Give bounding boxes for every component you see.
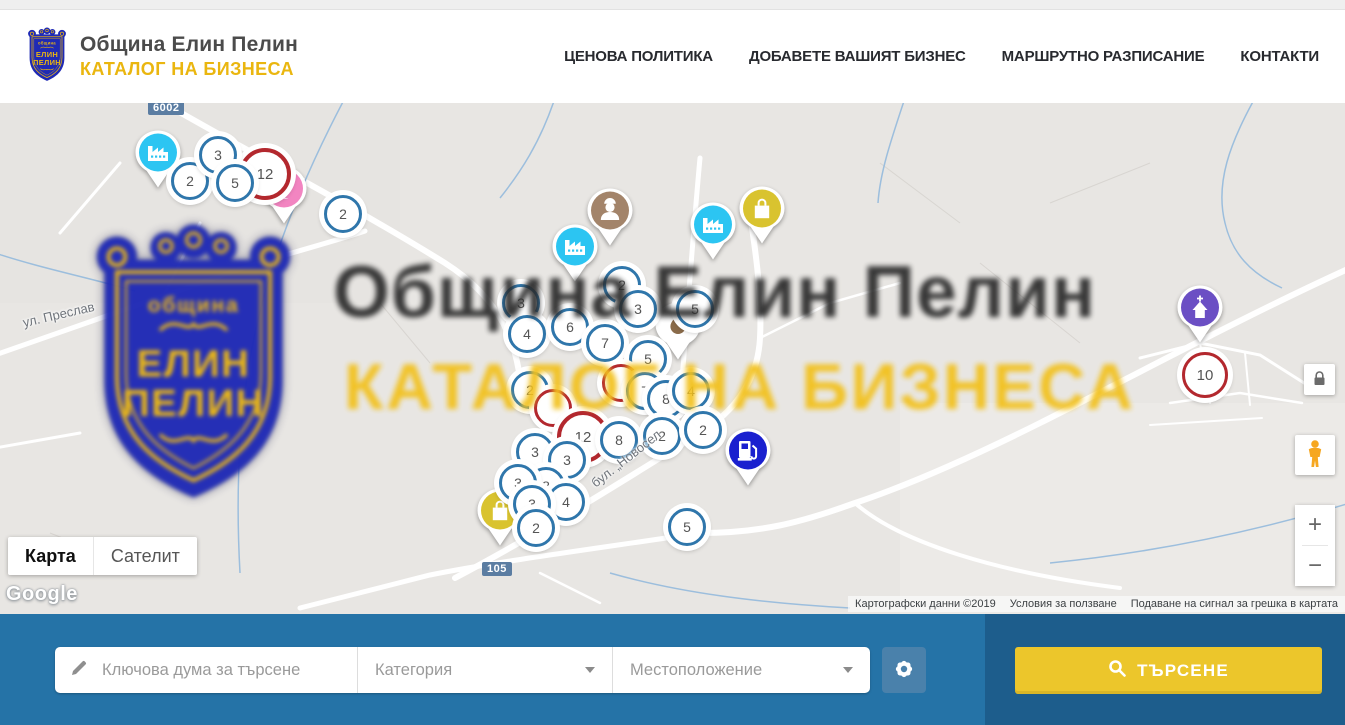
zoom-in-button[interactable]: +	[1295, 505, 1335, 545]
cluster-marker[interactable]: 6	[551, 308, 589, 346]
cluster-marker[interactable]: 10	[1182, 352, 1228, 398]
search-submit-button[interactable]: ТЪРСЕНЕ	[1015, 647, 1322, 694]
municipality-crest-logo: община ЕЛИН ПЕЛИН	[26, 26, 68, 88]
map-data-copyright: Картографски данни ©2019	[848, 598, 1003, 610]
cluster-marker[interactable]: 2	[517, 509, 555, 547]
main-nav: ЦЕНОВА ПОЛИТИКА ДОБАВЕТЕ ВАШИЯТ БИЗНЕС М…	[564, 48, 1319, 65]
site-title: Община Елин Пелин	[80, 33, 298, 57]
report-map-error-link[interactable]: Подаване на сигнал за грешка в картата	[1124, 598, 1345, 610]
bag-icon	[738, 185, 786, 245]
window-top-strip	[0, 0, 1345, 10]
fuel-category-pin[interactable]	[724, 427, 772, 487]
header: община ЕЛИН ПЕЛИН Община Елин Пелин КАТА…	[0, 10, 1345, 103]
road-number-badge: 105	[482, 562, 512, 576]
street-view-pegman-button[interactable]	[1295, 435, 1335, 475]
bag-category-pin[interactable]	[738, 185, 786, 245]
cluster-marker[interactable]: 4	[508, 315, 546, 353]
map-type-control: Карта Сателит	[8, 537, 197, 575]
search-bar-section: Категория Местоположение ТЪРСЕНЕ	[0, 614, 1345, 725]
nav-contacts[interactable]: КОНТАКТИ	[1240, 48, 1319, 65]
church-icon	[1176, 284, 1224, 344]
category-select[interactable]: Категория	[357, 647, 612, 693]
cluster-marker[interactable]: 7	[586, 324, 624, 362]
map-attribution: Картографски данни ©2019 Условия за полз…	[848, 596, 1345, 612]
factory-category-pin[interactable]	[689, 201, 737, 261]
category-select-label: Категория	[375, 661, 452, 680]
zoom-control: + −	[1295, 505, 1335, 586]
google-logo[interactable]: Google	[6, 583, 78, 606]
location-select-label: Местоположение	[630, 661, 762, 680]
lock-control-button[interactable]	[1304, 364, 1335, 395]
brand[interactable]: община ЕЛИН ПЕЛИН Община Елин Пелин КАТА…	[26, 26, 298, 88]
lock-icon	[1313, 371, 1326, 389]
gear-icon	[893, 658, 915, 683]
cluster-marker[interactable]: 2	[684, 411, 722, 449]
google-map[interactable]: 6002105ул. Преславбул. „Новосел122352346…	[0, 103, 1345, 614]
cluster-marker[interactable]: 2	[324, 195, 362, 233]
crest-icon: община ЕЛИН ПЕЛИН	[26, 26, 68, 83]
cluster-marker[interactable]: 5	[216, 164, 254, 202]
cluster-marker[interactable]: 4	[547, 483, 585, 521]
pegman-icon	[1304, 439, 1326, 472]
site-subtitle: КАТАЛОГ НА БИЗНЕСА	[80, 59, 298, 80]
crest-name-line2: ПЕЛИН	[33, 58, 61, 67]
terms-of-use-link[interactable]: Условия за ползване	[1003, 598, 1124, 610]
fuel-icon	[724, 427, 772, 487]
nav-route-schedule[interactable]: МАРШРУТНО РАЗПИСАНИЕ	[1002, 48, 1205, 65]
map-markers-layer: 6002105ул. Преславбул. „Новосел122352346…	[0, 103, 1345, 614]
nav-pricing-policy[interactable]: ЦЕНОВА ПОЛИТИКА	[564, 48, 713, 65]
page: община ЕЛИН ПЕЛИН Община Елин Пелин КАТА…	[0, 0, 1345, 725]
factory-icon	[689, 201, 737, 261]
keyword-search-input[interactable]	[100, 660, 342, 681]
chevron-down-icon	[585, 667, 595, 673]
search-form: Категория Местоположение	[55, 647, 870, 693]
cluster-marker[interactable]: 3	[619, 290, 657, 328]
cluster-marker[interactable]: 5	[668, 508, 706, 546]
advanced-search-gear-button[interactable]	[882, 647, 926, 693]
crest-top-text: община	[38, 40, 56, 45]
factory-icon	[551, 223, 599, 283]
map-type-map-button[interactable]: Карта	[8, 537, 93, 575]
nav-add-your-business[interactable]: ДОБАВЕТЕ ВАШИЯТ БИЗНЕС	[749, 48, 966, 65]
road-number-badge: 6002	[148, 103, 184, 115]
chevron-down-icon	[843, 667, 853, 673]
church-category-pin[interactable]	[1176, 284, 1224, 344]
zoom-out-button[interactable]: −	[1295, 546, 1335, 586]
map-type-satellite-button[interactable]: Сателит	[93, 537, 197, 575]
pencil-icon	[70, 658, 89, 682]
keyword-field-wrap	[55, 647, 357, 693]
search-icon	[1108, 659, 1126, 682]
factory-category-pin[interactable]	[551, 223, 599, 283]
cluster-marker[interactable]: 4	[672, 372, 710, 410]
street-label: ул. Преслав	[21, 299, 96, 330]
cluster-marker[interactable]: 5	[676, 290, 714, 328]
search-button-label: ТЪРСЕНЕ	[1137, 661, 1229, 681]
location-select[interactable]: Местоположение	[612, 647, 870, 693]
